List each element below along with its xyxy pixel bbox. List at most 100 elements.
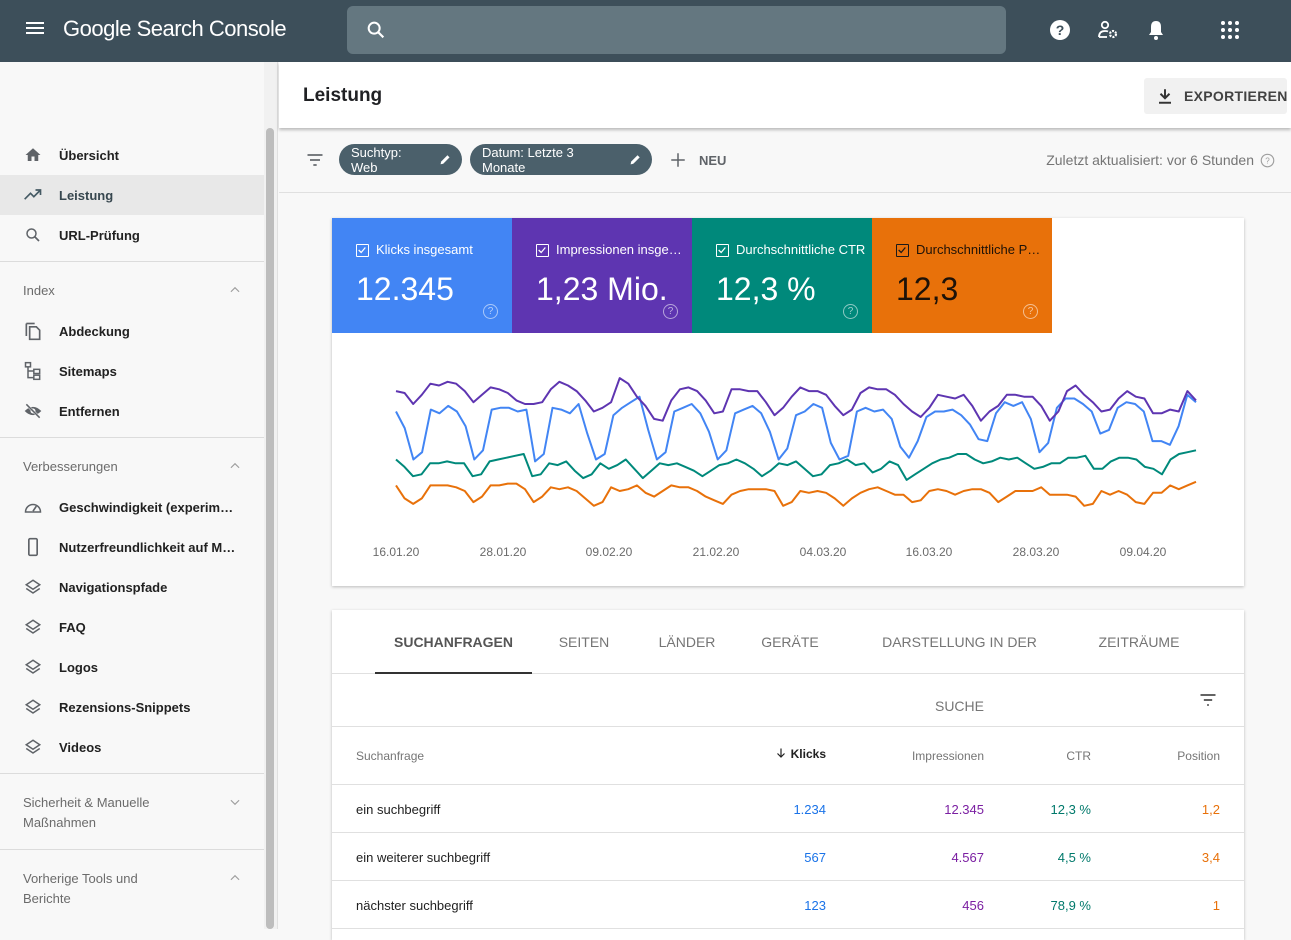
checkbox-checked-icon[interactable] xyxy=(356,244,369,257)
results-table-card: SUCHANFRAGEN SEITEN LÄNDER GERÄTE DARSTE… xyxy=(332,610,1244,940)
notifications-icon[interactable] xyxy=(1144,18,1168,42)
column-header-query[interactable]: Suchanfrage xyxy=(356,749,424,763)
help-icon[interactable]: ? xyxy=(1048,18,1072,42)
sidebar-item-navigationspfade[interactable]: Navigationspfade xyxy=(0,567,264,607)
help-circle-icon[interactable]: ? xyxy=(483,304,498,319)
sidebar-item-videos[interactable]: Videos xyxy=(0,727,264,767)
series-line-position xyxy=(395,480,1197,507)
table-row[interactable]: nächster suchbegriff 123 456 78,9 % 1 xyxy=(332,881,1244,929)
metric-value: 12.345 xyxy=(356,271,454,307)
metric-value: 12,3 xyxy=(896,271,959,307)
home-icon xyxy=(23,145,43,165)
column-header-ctr[interactable]: CTR xyxy=(1032,749,1091,763)
sidebar-item-abdeckung[interactable]: Abdeckung xyxy=(0,311,264,351)
checkbox-checked-icon[interactable] xyxy=(716,244,729,257)
sitemap-icon xyxy=(23,361,43,381)
sidebar-divider xyxy=(0,437,264,438)
section-header-sicherheit[interactable]: Sicherheit & Manuelle Maßnahmen xyxy=(23,793,248,833)
sidebar-item-faq[interactable]: FAQ xyxy=(0,607,264,647)
export-button[interactable]: EXPORTIEREN xyxy=(1144,78,1287,114)
chip-datum[interactable]: Datum: Letzte 3 Monate xyxy=(470,144,652,175)
cell-ctr: 78,9 % xyxy=(1050,898,1091,913)
app-logo[interactable]: Google Search Console xyxy=(63,16,287,42)
page-header: Leistung EXPORTIEREN xyxy=(279,62,1291,128)
sidebar-item-geschwindigkeit[interactable]: Geschwindigkeit (experimentell) xyxy=(0,487,264,527)
cell-impressions: 12.345 xyxy=(944,802,984,817)
tab-laender[interactable]: LÄNDER xyxy=(647,610,727,674)
section-header-verbesserungen[interactable]: Verbesserungen xyxy=(23,457,248,477)
table-row[interactable]: ein suchbegriff 1.234 12.345 12,3 % 1,2 xyxy=(332,785,1244,833)
sidebar-item-url-pruefung[interactable]: URL-Prüfung xyxy=(0,215,264,255)
section-title-line1: Vorherige Tools und xyxy=(23,871,138,886)
table-filter-icon[interactable] xyxy=(1198,690,1218,710)
sidebar-divider xyxy=(0,849,264,850)
cell-position: 1,2 xyxy=(1201,802,1220,817)
sidebar-item-rezensions-snippets[interactable]: Rezensions-Snippets xyxy=(0,687,264,727)
sidebar-item-mobile[interactable]: Nutzerfreundlichkeit auf Mobilgeräten xyxy=(0,527,264,567)
sidebar-item-sitemaps[interactable]: Sitemaps xyxy=(0,351,264,391)
metric-value: 12,3 % xyxy=(716,271,816,307)
download-icon xyxy=(1159,89,1171,104)
column-header-position[interactable]: Position xyxy=(1132,749,1220,763)
visibility-off-icon xyxy=(23,401,43,421)
sidebar-item-label: URL-Prüfung xyxy=(59,227,140,243)
help-circle-icon[interactable]: ? xyxy=(1260,153,1275,168)
sidebar-item-label: Leistung xyxy=(59,187,114,203)
column-header-clicks[interactable]: Klicks xyxy=(772,747,826,761)
metric-card-impressions[interactable]: Impressionen insgesamt 1,23 Mio. ? xyxy=(512,218,692,333)
sidebar-scrollbar-thumb[interactable] xyxy=(266,128,274,929)
performance-line-chart[interactable] xyxy=(332,333,1244,533)
search-input[interactable] xyxy=(347,6,1006,54)
series-line-ctr xyxy=(395,449,1197,481)
sidebar-item-logos[interactable]: Logos xyxy=(0,647,264,687)
smartphone-icon xyxy=(23,537,43,557)
help-circle-icon[interactable]: ? xyxy=(663,304,678,319)
metric-label: Durchschnittliche Position xyxy=(916,242,1046,257)
cell-impressions: 4.567 xyxy=(951,850,984,865)
user-settings-icon[interactable] xyxy=(1096,18,1120,42)
tab-geraete[interactable]: GERÄTE xyxy=(752,610,828,674)
table-row[interactable]: ein weiterer suchbegriff 567 4.567 4,5 % 3,4 xyxy=(332,833,1244,881)
export-label: EXPORTIEREN xyxy=(1184,88,1288,104)
tab-seiten[interactable]: SEITEN xyxy=(549,610,619,674)
x-tick-label: 09.04.20 xyxy=(1119,545,1167,559)
filter-icon[interactable] xyxy=(305,150,325,170)
section-header-index[interactable]: Index xyxy=(23,281,248,301)
x-tick-label: 16.03.20 xyxy=(905,545,953,559)
chevron-up-icon xyxy=(230,874,240,881)
chip-label: Datum: Letzte 3 Monate xyxy=(482,144,574,175)
sidebar-item-label: Rezensions-Snippets xyxy=(59,699,191,715)
tab-suchanfragen[interactable]: SUCHANFRAGEN xyxy=(375,610,532,674)
column-header-impressions[interactable]: Impressionen xyxy=(884,749,984,763)
sidebar-item-leistung[interactable]: Leistung xyxy=(0,175,264,215)
metric-card-ctr[interactable]: Durchschnittliche CTR 12,3 % ? xyxy=(692,218,872,333)
tab-darstellung[interactable]: DARSTELLUNG IN DER SUCHE xyxy=(857,610,1062,714)
sidebar-item-label: Videos xyxy=(59,739,102,755)
sidebar-item-uebersicht[interactable]: Übersicht xyxy=(0,135,264,175)
help-circle-icon[interactable]: ? xyxy=(843,304,858,319)
apps-grid-icon[interactable] xyxy=(1218,18,1242,42)
metric-value: 1,23 Mio. xyxy=(536,271,668,307)
metric-card-clicks[interactable]: Klicks insgesamt 12.345 ? xyxy=(332,218,512,333)
column-header-label: Klicks xyxy=(790,747,826,761)
section-header-vorherige-tools[interactable]: Vorherige Tools und Berichte xyxy=(23,869,248,909)
sidebar-item-label: Navigationspfade xyxy=(59,579,168,595)
x-tick-label: 04.03.20 xyxy=(799,545,847,559)
checkbox-checked-icon[interactable] xyxy=(536,244,549,257)
top-app-bar: Google Search Console ? xyxy=(0,0,1291,62)
table-header-row: Suchanfrage Klicks Impressionen CTR Posi… xyxy=(332,727,1244,785)
checkbox-checked-icon[interactable] xyxy=(896,244,909,257)
chip-label: Suchtyp: Web xyxy=(351,144,402,175)
chevron-down-icon xyxy=(230,799,240,806)
sidebar-item-entfernen[interactable]: Entfernen xyxy=(0,391,264,431)
filter-bar: Suchtyp: Web Datum: Letzte 3 Monate NEU … xyxy=(279,128,1291,193)
add-filter-button[interactable]: NEU xyxy=(669,148,726,172)
tab-zeitraeume[interactable]: ZEITRÄUME xyxy=(1092,610,1186,674)
svg-text:?: ? xyxy=(1056,22,1065,38)
chip-suchtyp[interactable]: Suchtyp: Web xyxy=(339,144,462,175)
metric-card-position[interactable]: Durchschnittliche Position 12,3 ? xyxy=(872,218,1052,333)
menu-icon[interactable] xyxy=(24,19,46,41)
help-circle-icon[interactable]: ? xyxy=(1023,304,1038,319)
edit-pencil-icon xyxy=(440,155,450,165)
metric-label: Durchschnittliche CTR xyxy=(736,242,866,257)
